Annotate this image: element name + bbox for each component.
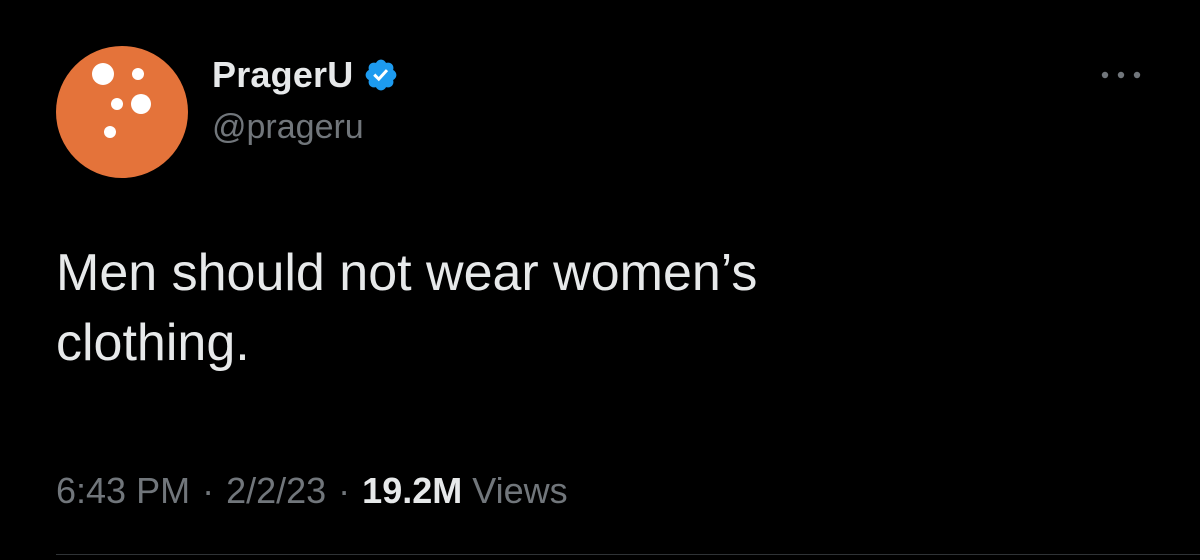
divider <box>56 554 1200 555</box>
display-name[interactable]: PragerU <box>212 54 353 96</box>
meta-separator: · <box>338 470 351 511</box>
views-label: Views <box>472 470 568 511</box>
tweet-time[interactable]: 6:43 PM <box>56 470 190 512</box>
more-options-button[interactable] <box>1096 60 1146 90</box>
views-count[interactable]: 19.2M <box>362 470 462 512</box>
prageru-logo-icon <box>92 63 151 138</box>
tweet: PragerU @prageru Men should not wear wom… <box>0 0 1200 560</box>
author-handle[interactable]: @prageru <box>212 108 364 147</box>
meta-separator: · <box>202 470 215 511</box>
tweet-text: Men should not wear women’s clothing. <box>56 244 758 372</box>
avatar[interactable] <box>56 46 188 178</box>
more-horizontal-icon <box>1101 71 1141 79</box>
tweet-meta: 6:43 PM · 2/2/23 · 19.2M Views <box>56 466 568 516</box>
tweet-date[interactable]: 2/2/23 <box>226 470 326 512</box>
verified-badge-icon <box>366 59 397 91</box>
author-name-row[interactable]: PragerU <box>212 52 399 98</box>
